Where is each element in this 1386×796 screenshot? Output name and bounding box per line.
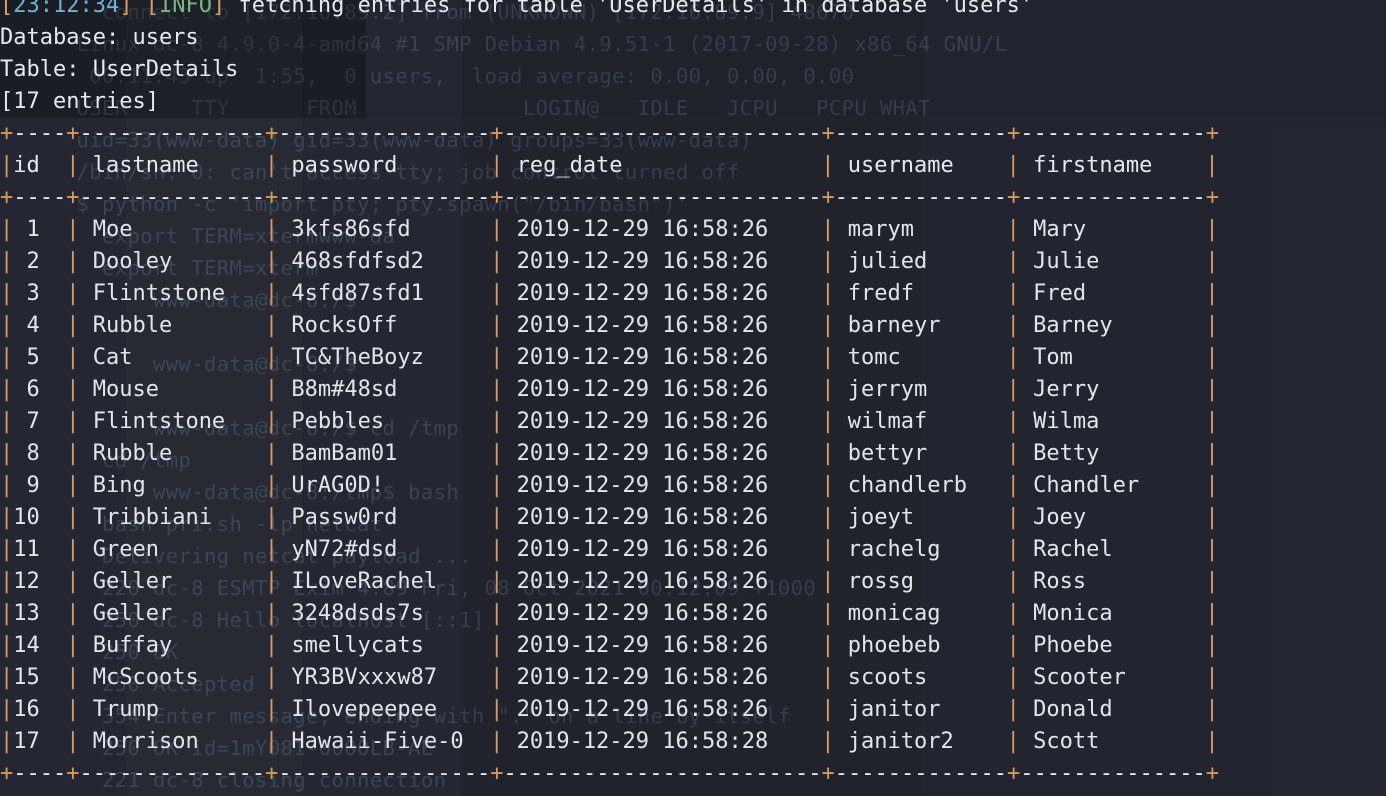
table-row: | 2 | Dooley | 468sfdfsd2 | 2019-12-29 1… xyxy=(0,249,1219,274)
table-separator-header: +----+--------------+----------------+--… xyxy=(0,185,1219,210)
table-separator-bottom: +----+--------------+----------------+--… xyxy=(0,761,1219,786)
table-row: |15 | McScoots | YR3BVxxxw87 | 2019-12-2… xyxy=(0,665,1219,690)
table-row: |11 | Green | yN72#dsd | 2019-12-29 16:5… xyxy=(0,537,1219,562)
table-row: | 5 | Cat | TC&TheBoyz | 2019-12-29 16:5… xyxy=(0,345,1219,370)
database-label: Database: users xyxy=(0,25,199,50)
entries-count-label: [17 entries] xyxy=(0,89,159,114)
table-row: |12 | Geller | ILoveRachel | 2019-12-29 … xyxy=(0,569,1219,594)
table-separator-top: +----+--------------+----------------+--… xyxy=(0,121,1219,146)
table-row: |16 | Trump | Ilovepeepee | 2019-12-29 1… xyxy=(0,697,1219,722)
table-row: | 8 | Rubble | BamBam01 | 2019-12-29 16:… xyxy=(0,441,1219,466)
table-header-row: |id | lastname | password | reg_date | u… xyxy=(0,153,1219,178)
table-row: | 3 | Flintstone | 4sfd87sfd1 | 2019-12-… xyxy=(0,281,1219,306)
terminal-output: [23:12:34] [INFO] fetching entries for t… xyxy=(0,0,1386,796)
log-info-line: [23:12:34] [INFO] fetching entries for t… xyxy=(0,0,1034,18)
table-row: | 4 | Rubble | RocksOff | 2019-12-29 16:… xyxy=(0,313,1219,338)
table-row: |13 | Geller | 3248dsds7s | 2019-12-29 1… xyxy=(0,601,1219,626)
table-row: | 6 | Mouse | B8m#48sd | 2019-12-29 16:5… xyxy=(0,377,1219,402)
table-row: |14 | Buffay | smellycats | 2019-12-29 1… xyxy=(0,633,1219,658)
table-row: | 9 | Bing | UrAG0D! | 2019-12-29 16:58:… xyxy=(0,473,1219,498)
table-row: | 7 | Flintstone | Pebbles | 2019-12-29 … xyxy=(0,409,1219,434)
table-row: | 1 | Moe | 3kfs86sfd | 2019-12-29 16:58… xyxy=(0,217,1219,242)
table-label: Table: UserDetails xyxy=(0,57,239,82)
table-row: |10 | Tribbiani | Passw0rd | 2019-12-29 … xyxy=(0,505,1219,530)
table-row: |17 | Morrison | Hawaii-Five-0 | 2019-12… xyxy=(0,729,1219,754)
